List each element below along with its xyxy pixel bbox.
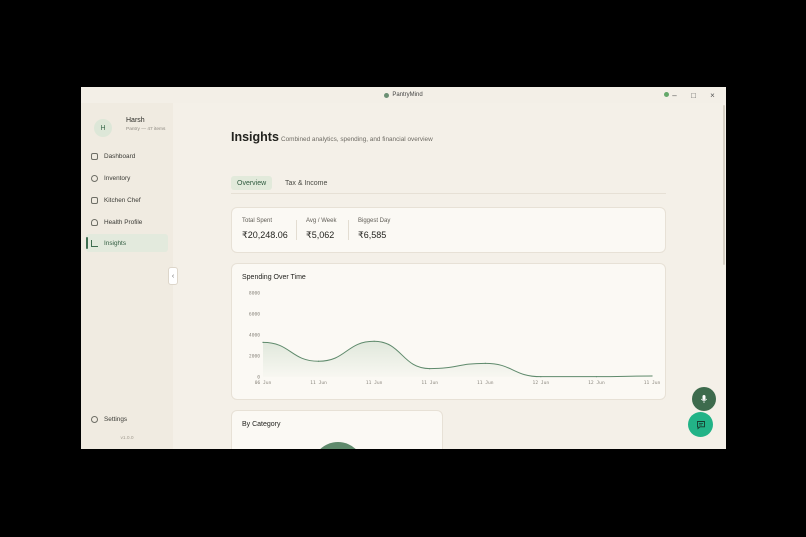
chart-data-point (540, 376, 542, 378)
spending-chart-card: Spending Over Time 0 2000 4000 6000 8000 06 J… (231, 263, 666, 400)
title-bar: PantryMind – □ × (81, 87, 726, 103)
category-title: By Category (242, 421, 281, 428)
minimize-button[interactable]: – (665, 91, 684, 100)
y-tick-label: 4000 (249, 333, 260, 339)
spending-chart: 0 2000 4000 6000 8000 06 Jun 11 Jun 11 Jun 11 Ju… (249, 291, 661, 387)
profile[interactable]: H Harsh Pantry — 47 items (94, 115, 165, 137)
tab-tax-income[interactable]: Tax & Income (279, 176, 333, 190)
sidebar: H Harsh Pantry — 47 items Dashboard Inve… (81, 103, 173, 449)
x-tick-label: 11 Jun (310, 380, 327, 386)
voice-button[interactable] (692, 387, 716, 411)
sidebar-item-label: Kitchen Chef (104, 196, 141, 204)
tab-overview[interactable]: Overview (231, 176, 273, 190)
sidebar-item-health-profile[interactable]: Health Profile (86, 213, 168, 231)
sidebar-item-settings[interactable]: Settings (86, 410, 168, 428)
stat-label: Total Spent (242, 218, 273, 224)
chart-data-point (651, 375, 653, 377)
main-content: Insights Combined analytics, spending, a… (173, 103, 726, 449)
x-tick-label: 11 Jun (644, 380, 661, 386)
bar-chart-icon (91, 239, 98, 247)
box-icon (91, 174, 98, 182)
app-window: PantryMind – □ × H Harsh Pantry — 47 ite… (81, 87, 726, 449)
category-pie (312, 442, 364, 449)
category-card: By Category (231, 410, 443, 449)
x-tick-label: 12 Jun (588, 380, 605, 386)
chat-icon (696, 420, 705, 429)
x-tick-label: 11 Jun (421, 380, 438, 386)
profile-name: Harsh (126, 117, 145, 124)
app-version: v1.0.0 (120, 436, 134, 441)
sidebar-item-label: Inventory (104, 174, 131, 182)
gear-icon (91, 415, 98, 423)
sidebar-item-dashboard[interactable]: Dashboard (86, 147, 168, 165)
close-button[interactable]: × (703, 91, 722, 100)
sidebar-item-label: Settings (104, 415, 128, 423)
y-tick-label: 0 (257, 375, 260, 381)
x-tick-label: 12 Jun (533, 380, 550, 386)
sidebar-item-inventory[interactable]: Inventory (86, 169, 168, 187)
divider (348, 220, 349, 240)
avatar: H (94, 119, 112, 137)
divider (296, 220, 297, 240)
sidebar-item-insights[interactable]: Insights (86, 234, 168, 252)
grid-icon (91, 152, 98, 160)
sidebar-item-label: Dashboard (104, 152, 136, 160)
chart-data-point (373, 340, 375, 342)
chef-hat-icon (91, 196, 98, 204)
window-title: PantryMind (392, 92, 423, 98)
sidebar-item-label: Insights (104, 239, 127, 247)
chart-area-fill (263, 341, 652, 377)
x-tick-label: 06 Jun (255, 380, 272, 386)
maximize-button[interactable]: □ (684, 91, 703, 100)
stat-value: ₹5,062 (306, 230, 335, 240)
microphone-icon (700, 395, 708, 403)
chart-data-point (262, 341, 264, 343)
app-logo-icon (384, 92, 390, 98)
stat-value: ₹20,248.06 (242, 230, 288, 240)
heart-icon (91, 218, 98, 226)
y-tick-label: 2000 (249, 354, 260, 360)
sidebar-item-kitchen-chef[interactable]: Kitchen Chef (86, 191, 168, 209)
scrollbar[interactable] (723, 105, 725, 265)
chart-data-point (484, 362, 486, 364)
profile-subtitle: Pantry — 47 items (126, 127, 166, 132)
stats-card: Total Spent ₹20,248.06 Avg / Week ₹5,062… (231, 207, 666, 253)
chart-data-point (317, 360, 320, 362)
chart-data-point (595, 376, 598, 378)
page-subtitle: Combined analytics, spending, and financ… (281, 136, 433, 143)
stat-label: Biggest Day (358, 218, 391, 224)
tab-bar: Overview Tax & Income (231, 176, 666, 194)
x-tick-label: 11 Jun (366, 380, 383, 386)
chart-data-point (429, 368, 431, 370)
y-tick-label: 8000 (249, 291, 260, 297)
stat-value: ₹6,585 (358, 230, 387, 240)
page-title: Insights (231, 130, 279, 144)
y-tick-label: 6000 (249, 312, 260, 318)
sidebar-item-label: Health Profile (104, 218, 143, 226)
x-tick-label: 11 Jun (477, 380, 494, 386)
stat-label: Avg / Week (306, 218, 337, 224)
chat-button[interactable] (688, 412, 713, 437)
